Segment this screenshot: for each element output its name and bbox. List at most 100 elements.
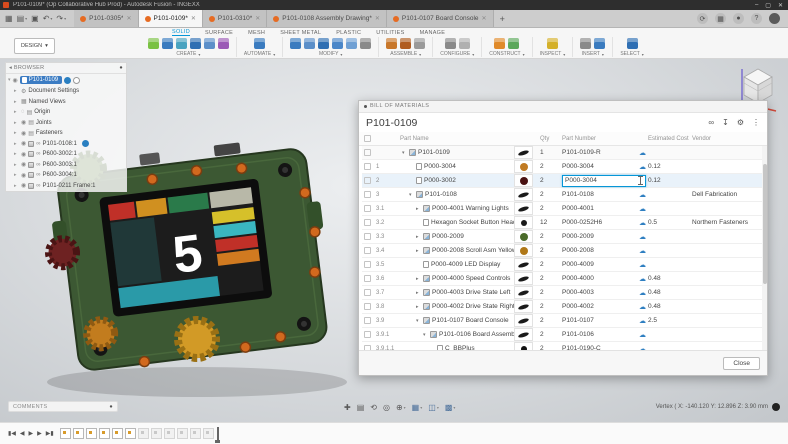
bom-row[interactable]: 3.1▸P000-4001 Warning Lights2P000-4001☁ xyxy=(362,202,764,216)
configuration-table-icon[interactable] xyxy=(459,38,470,49)
eye-dim-icon[interactable]: ◌ xyxy=(21,109,25,115)
tab-close-icon[interactable]: ✕ xyxy=(126,15,131,22)
row-checkbox[interactable] xyxy=(364,289,371,296)
timeline-feature-icon[interactable] xyxy=(190,428,201,439)
grid-settings-icon[interactable]: ▩▾ xyxy=(445,403,456,412)
settings-icon[interactable]: ⚙ xyxy=(737,118,744,127)
part-number-cell[interactable]: P101-0190-C☁ xyxy=(562,345,648,351)
look-at-icon[interactable]: ◎ xyxy=(383,403,390,412)
document-tab[interactable]: P101-0310*✕ xyxy=(203,10,267,27)
document-tab[interactable]: P101-0107 Board Console✕ xyxy=(387,10,494,27)
shell-icon[interactable] xyxy=(318,38,329,49)
part-number-cell[interactable]: P000-3004☁ xyxy=(562,163,648,171)
bom-row[interactable]: 3.8▸P000-4002 Drive State Right2P000-400… xyxy=(362,300,764,314)
timeline-feature-icon[interactable] xyxy=(151,428,162,439)
ribbon-tab-solid[interactable]: SOLID xyxy=(172,29,190,36)
row-checkbox[interactable] xyxy=(364,191,371,198)
browser-item[interactable]: ▸◉∞P101-0211 Frame:1 xyxy=(6,181,126,192)
more-icon[interactable]: ⋮ xyxy=(752,118,760,127)
expand-icon[interactable]: ▸ xyxy=(14,99,19,105)
tab-close-icon[interactable]: ✕ xyxy=(255,15,260,22)
timeline-feature-icon[interactable] xyxy=(99,428,110,439)
save-icon[interactable]: ▣ xyxy=(31,14,39,23)
eye-icon[interactable]: ◉ xyxy=(21,172,26,179)
bom-row[interactable]: 3.9.1▾P101-0106 Board Assembly2P101-0106… xyxy=(362,328,764,342)
ribbon-tab-plastic[interactable]: PLASTIC xyxy=(336,30,361,36)
comments-bar[interactable]: COMMENTS ● xyxy=(8,401,118,412)
configure-icon[interactable] xyxy=(445,38,456,49)
browser-item[interactable]: ▸◉∞P101-0108:1 xyxy=(6,139,126,150)
part-number-cell[interactable]: P000-4000☁ xyxy=(562,275,648,283)
form-icon[interactable] xyxy=(176,38,187,49)
expand-icon[interactable]: ▸ xyxy=(14,130,19,136)
part-number-edit-field[interactable]: P000-3004 xyxy=(562,175,646,187)
ribbon-tab-sheet-metal[interactable]: SHEET METAL xyxy=(280,30,321,36)
bom-row[interactable]: 3.7▸P000-4003 Drive State Left2P000-4003… xyxy=(362,286,764,300)
expand-icon[interactable]: ▸ xyxy=(14,88,19,94)
tab-close-icon[interactable]: ✕ xyxy=(482,15,487,22)
expand-icon[interactable]: ▸ xyxy=(14,162,19,168)
browser-item[interactable]: ▸◉∞P600-3003:1 xyxy=(6,160,126,171)
ribbon-group-label[interactable]: SELECT▾ xyxy=(620,51,643,57)
sweep-icon[interactable] xyxy=(204,38,215,49)
eye-icon[interactable]: ◉ xyxy=(21,130,26,137)
part-number-cell[interactable]: P000-4001☁ xyxy=(562,205,648,213)
expand-icon[interactable]: ▾ xyxy=(423,332,428,338)
expand-icon[interactable]: ▸ xyxy=(416,206,421,212)
eye-icon[interactable]: ◉ xyxy=(21,151,26,158)
file-menu-icon[interactable]: ▤▾ xyxy=(17,14,28,23)
bom-row[interactable]: 3.2Hexagon Socket Button Head Screw DIN … xyxy=(362,216,764,230)
ribbon-group-label[interactable]: INSERT▾ xyxy=(582,51,604,57)
part-number-cell[interactable]: P101-0107☁ xyxy=(562,317,648,325)
eye-icon[interactable]: ◉ xyxy=(13,77,18,84)
expand-icon[interactable]: ▸ xyxy=(416,276,421,282)
column-estimated-cost[interactable]: Estimated Cost xyxy=(648,136,692,142)
bom-row[interactable]: ▾P101-01091P101-0109-R☁ xyxy=(362,146,764,160)
row-checkbox[interactable] xyxy=(364,261,371,268)
bom-close-button[interactable]: Close xyxy=(723,357,760,370)
step-back-icon[interactable]: ◀ xyxy=(20,430,25,437)
edit-badge[interactable] xyxy=(73,77,80,84)
bom-scrollbar[interactable] xyxy=(762,146,767,350)
part-number-cell[interactable]: P000-4002☁ xyxy=(562,303,648,311)
minimize-button[interactable]: – xyxy=(755,2,758,9)
comments-options-icon[interactable]: ● xyxy=(109,404,113,410)
orbit-icon[interactable]: ⟲ xyxy=(370,403,377,412)
press-pull-icon[interactable] xyxy=(290,38,301,49)
profile-avatar[interactable] xyxy=(769,13,780,24)
part-number-cell[interactable]: P101-0109-R☁ xyxy=(562,149,648,157)
step-forward-icon[interactable]: ▶ xyxy=(37,430,42,437)
sync-badge[interactable] xyxy=(64,77,71,84)
timeline-feature-icon[interactable] xyxy=(86,428,97,439)
new-tab-button[interactable]: + xyxy=(494,10,511,27)
select-icon[interactable] xyxy=(627,38,638,49)
row-checkbox[interactable] xyxy=(364,219,371,226)
row-checkbox[interactable] xyxy=(364,303,371,310)
offset-face-icon[interactable] xyxy=(346,38,357,49)
bom-row[interactable]: 2P000-30022P000-30040.12 xyxy=(362,174,764,188)
timeline-feature-icon[interactable] xyxy=(138,428,149,439)
row-checkbox[interactable] xyxy=(364,233,371,240)
expand-icon[interactable]: ▸ xyxy=(14,151,19,157)
ribbon-group-label[interactable]: CONFIGURE▾ xyxy=(440,51,474,57)
construction-plane-icon[interactable] xyxy=(494,38,505,49)
timeline-feature-icon[interactable] xyxy=(73,428,84,439)
browser-options-icon[interactable]: ● xyxy=(119,65,123,71)
automate-icon[interactable] xyxy=(254,38,265,49)
expand-icon[interactable]: ▸ xyxy=(416,290,421,296)
part-number-cell[interactable]: P000-0252H6☁ xyxy=(562,219,648,227)
browser-item[interactable]: ▸◉∞P600-3004:1 xyxy=(6,170,126,181)
create-sketch-icon[interactable] xyxy=(148,38,159,49)
root-document-chip[interactable]: P101-0109 xyxy=(20,76,62,84)
timeline-feature-icon[interactable] xyxy=(177,428,188,439)
column-part-number[interactable]: Part Number xyxy=(562,136,648,142)
expand-icon[interactable]: ▸ xyxy=(416,304,421,310)
browser-item[interactable]: ▸⚙Document Settings xyxy=(6,86,126,97)
zoom-icon[interactable]: ⊕▾ xyxy=(396,403,406,412)
fillet-icon[interactable] xyxy=(304,38,315,49)
workspace-selector[interactable]: DESIGN ▾ xyxy=(14,38,55,54)
undo-icon[interactable]: ↶▾ xyxy=(43,14,53,23)
part-number-cell[interactable]: P000-4003☁ xyxy=(562,289,648,297)
ribbon-tab-manage[interactable]: MANAGE xyxy=(420,30,446,36)
bom-row[interactable]: 3.5P000-4009 LED Display2P000-4009☁ xyxy=(362,258,764,272)
